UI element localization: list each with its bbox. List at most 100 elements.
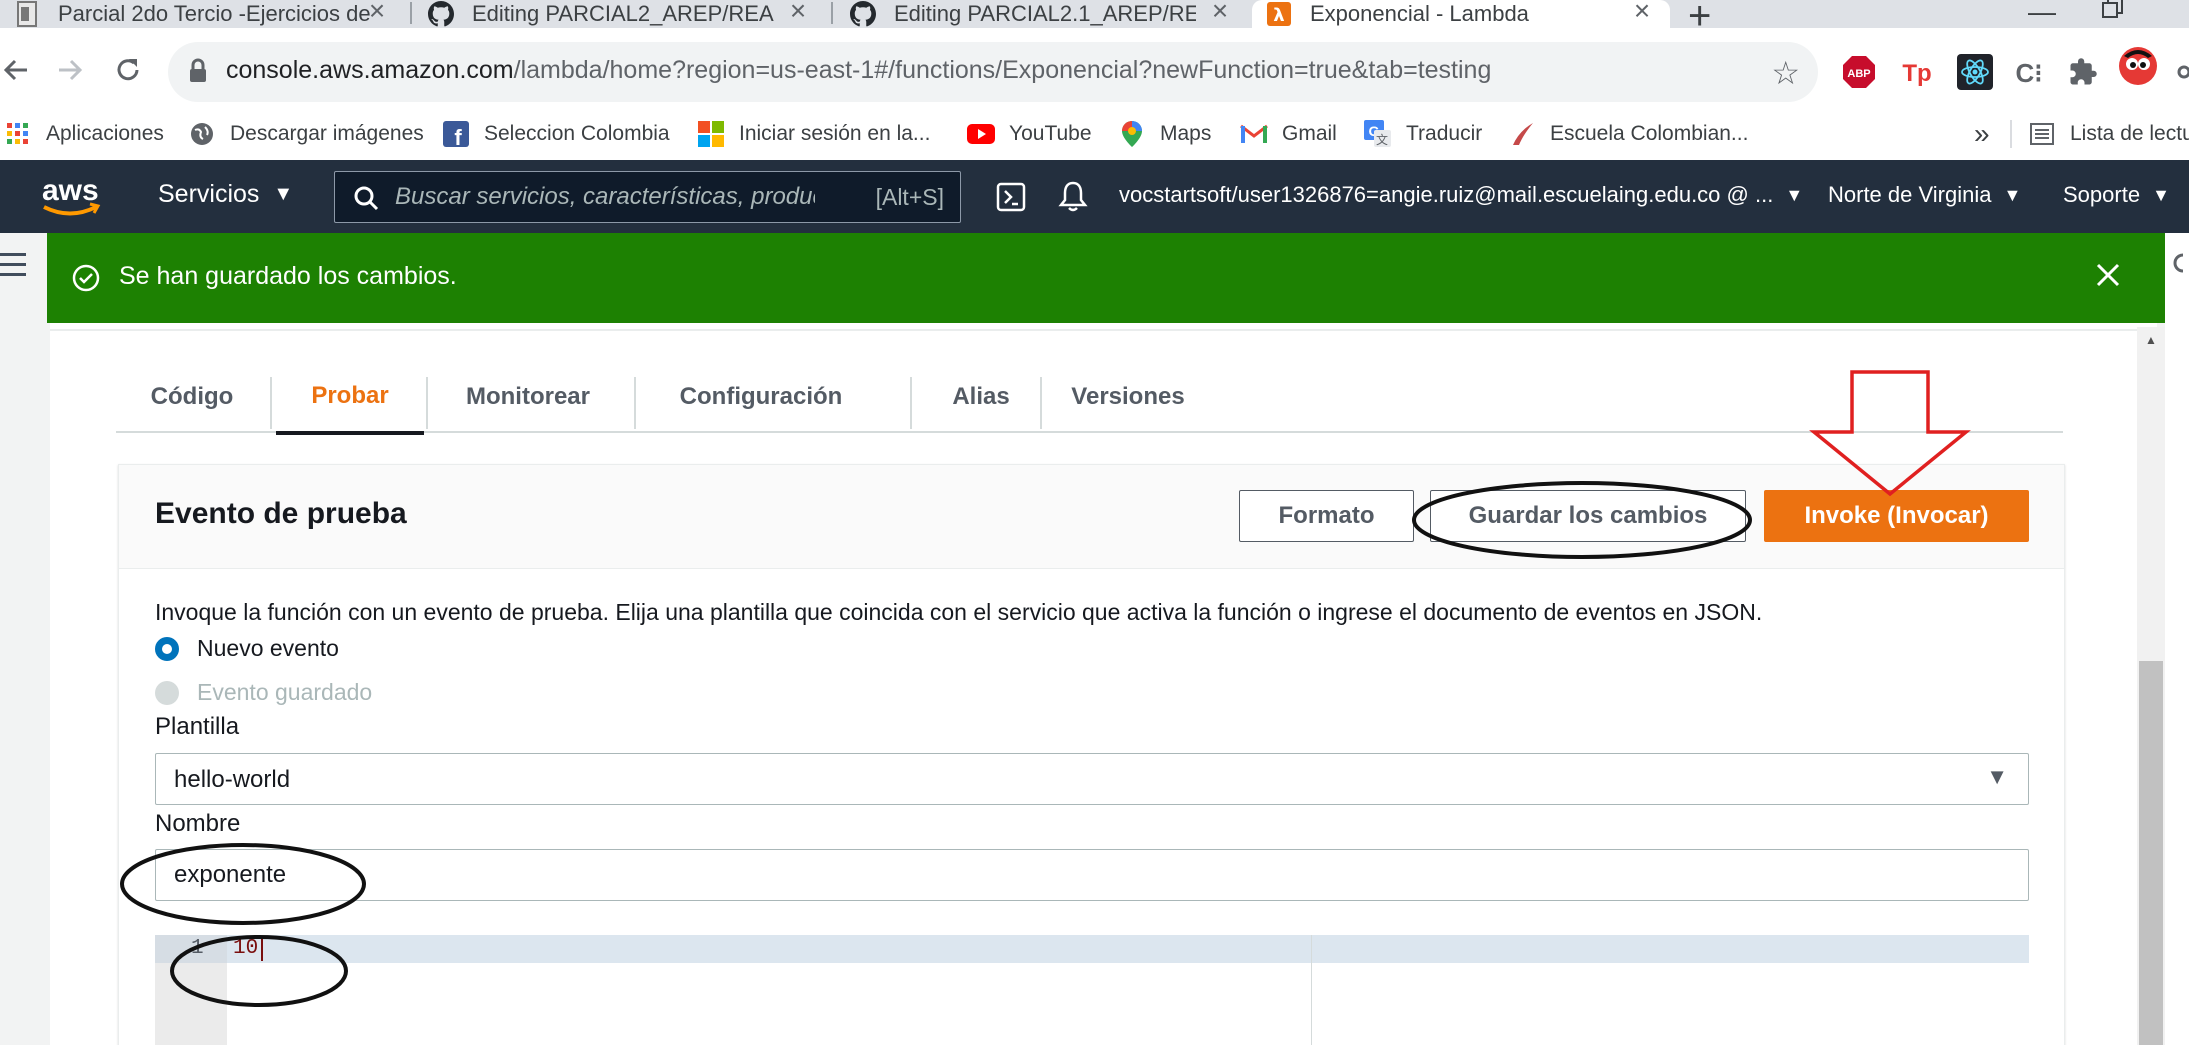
invoke-button[interactable]: Invoke (Invocar) [1764,490,2029,542]
browser-tab[interactable]: Editing PARCIAL2_AREP/README × [414,0,826,28]
region-label: Norte de Virginia [1828,182,1992,207]
bookmark-star-icon[interactable]: ☆ [1771,54,1800,92]
event-name-input[interactable] [155,849,2029,901]
cloudshell-icon[interactable] [996,182,1026,212]
support-menu[interactable]: Soporte ▼ [2063,182,2170,208]
search-icon [353,185,379,211]
tab-label: Probar [311,382,389,409]
browser-tab-title: Editing PARCIAL2_AREP/README [472,1,774,26]
url-text[interactable]: console.aws.amazon.com/lambda/home?regio… [226,56,1491,85]
svg-text:文: 文 [1376,132,1388,147]
reload-icon[interactable] [106,48,150,92]
radio-selected-icon[interactable] [155,636,179,661]
tab-separator [270,377,272,429]
url-host: console.aws.amazon.com [226,56,514,84]
bookmarks-overflow-icon[interactable]: » [1974,116,1990,152]
side-nav-toggle-icon[interactable] [0,253,26,283]
scroll-up-arrow-icon[interactable]: ▲ [2145,333,2157,347]
reading-list[interactable]: Lista de lectu [2028,116,2189,152]
bookmark-iniciar-sesion[interactable]: Iniciar sesión en la... [697,116,930,152]
search-shortcut-hint: [Alt+S] [875,184,944,210]
document-favicon-icon [14,1,40,27]
back-arrow-icon[interactable] [0,48,38,92]
region-menu[interactable]: Norte de Virginia ▼ [1828,182,2021,208]
template-selected-value: hello-world [174,766,291,793]
editor-code-text[interactable]: 10 [233,937,258,960]
format-button[interactable]: Formato [1239,490,1414,542]
gmail-icon [1240,120,1268,148]
search-input[interactable] [395,180,815,214]
extensions-puzzle-icon[interactable] [2068,52,2098,92]
editor-cursor [261,938,263,961]
bookmark-youtube[interactable]: YouTube [967,116,1092,152]
close-tab-icon[interactable]: × [1628,0,1656,28]
editor-print-margin [1311,935,1312,1045]
radio-new-event-label: Nuevo evento [197,635,339,661]
tab-versiones[interactable]: Versiones [1044,361,1212,433]
close-tab-icon[interactable]: × [1206,0,1234,28]
check-circle-icon [71,263,101,293]
bookmark-escuela-colombiana[interactable]: Escuela Colombian... [1508,116,1748,152]
lambda-favicon-icon: λ [1266,1,1292,27]
template-select[interactable]: hello-world ▼ [155,753,2029,805]
tab-codigo[interactable]: Código [116,361,268,433]
tab-monitorear[interactable]: Monitorear [428,361,628,433]
bookmark-label: Escuela Colombian... [1550,122,1749,145]
tab-label: Configuración [679,383,843,410]
close-tab-icon[interactable]: × [363,0,391,28]
bookmark-label: Iniciar sesión en la... [739,122,931,145]
tab-separator [1040,377,1042,429]
reading-list-icon [2028,120,2056,148]
close-icon[interactable] [2095,255,2121,288]
save-changes-button[interactable]: Guardar los cambios [1430,490,1746,542]
address-bar[interactable]: console.aws.amazon.com/lambda/home?regio… [168,42,1818,102]
browser-menu-icon[interactable] [2170,62,2189,82]
forward-arrow-icon[interactable] [48,48,92,92]
code-extension-icon[interactable]: C⁝ [2014,52,2044,92]
tp-extension-icon[interactable]: Tp [1900,52,1934,92]
svg-text:aws: aws [42,174,99,207]
tab-probar[interactable]: Probar [276,361,424,435]
browser-tab-title: Exponencial - Lambda [1310,1,1529,26]
scrollbar-thumb[interactable] [2139,661,2163,1045]
bookmark-descargar-imagenes[interactable]: Descargar imágenes [188,116,424,152]
notifications-bell-icon[interactable] [1058,180,1088,212]
account-menu[interactable]: vocstartsoft/user1326876=angie.ruiz@mail… [1119,182,1803,208]
close-tab-icon[interactable]: × [784,0,812,28]
browser-tab[interactable]: Parcial 2do Tercio -Ejercicios de D × [0,0,405,28]
browser-tab[interactable]: Editing PARCIAL2.1_AREP/READM × [836,0,1248,28]
name-label: Nombre [155,810,241,837]
caret-down-icon: ▼ [273,183,294,205]
account-label: vocstartsoft/user1326876=angie.ruiz@mail… [1119,182,1774,207]
restore-window-icon[interactable] [2102,0,2124,20]
tab-alias[interactable]: Alias [914,361,1048,433]
services-menu[interactable]: Servicios ▼ [158,180,293,209]
editor-line-number: 1 [191,937,204,960]
tab-label: Monitorear [465,383,590,410]
event-json-editor[interactable]: 1 10 [155,935,2029,1045]
tab-label: Código [150,383,234,410]
services-label: Servicios [158,180,260,208]
minimize-window-icon[interactable]: — [2028,0,2056,28]
overflow-chevron: » [1974,118,1990,149]
radio-new-event[interactable]: Nuevo evento [155,635,339,662]
bookmark-maps[interactable]: Maps [1118,116,1211,152]
svg-text:λ: λ [1273,5,1284,26]
profile-avatar[interactable] [2118,46,2158,86]
success-message: Se han guardado los cambios. [119,262,457,290]
lock-icon[interactable] [188,58,208,84]
tab-configuracion[interactable]: Configuración [638,361,884,433]
translate-icon: G文 [1364,120,1392,148]
aws-search-box[interactable]: [Alt+S] [334,171,961,223]
bookmark-traducir[interactable]: G文 Traducir [1364,116,1482,152]
svg-text:Tp: Tp [1902,60,1931,87]
bookmark-seleccion-colombia[interactable]: f Seleccion Colombia [442,116,670,152]
vertical-scrollbar[interactable]: ▲ [2137,327,2165,1045]
browser-tab-active[interactable]: λ Exponencial - Lambda × [1252,0,1670,28]
bookmark-aplicaciones[interactable]: Aplicaciones [4,116,164,152]
adblock-plus-icon[interactable]: ABP [1842,52,1876,92]
escuela-icon [1508,120,1536,148]
bookmark-gmail[interactable]: Gmail [1240,116,1337,152]
aws-logo-icon[interactable]: aws [40,174,102,218]
react-devtools-icon[interactable] [1957,52,1993,92]
